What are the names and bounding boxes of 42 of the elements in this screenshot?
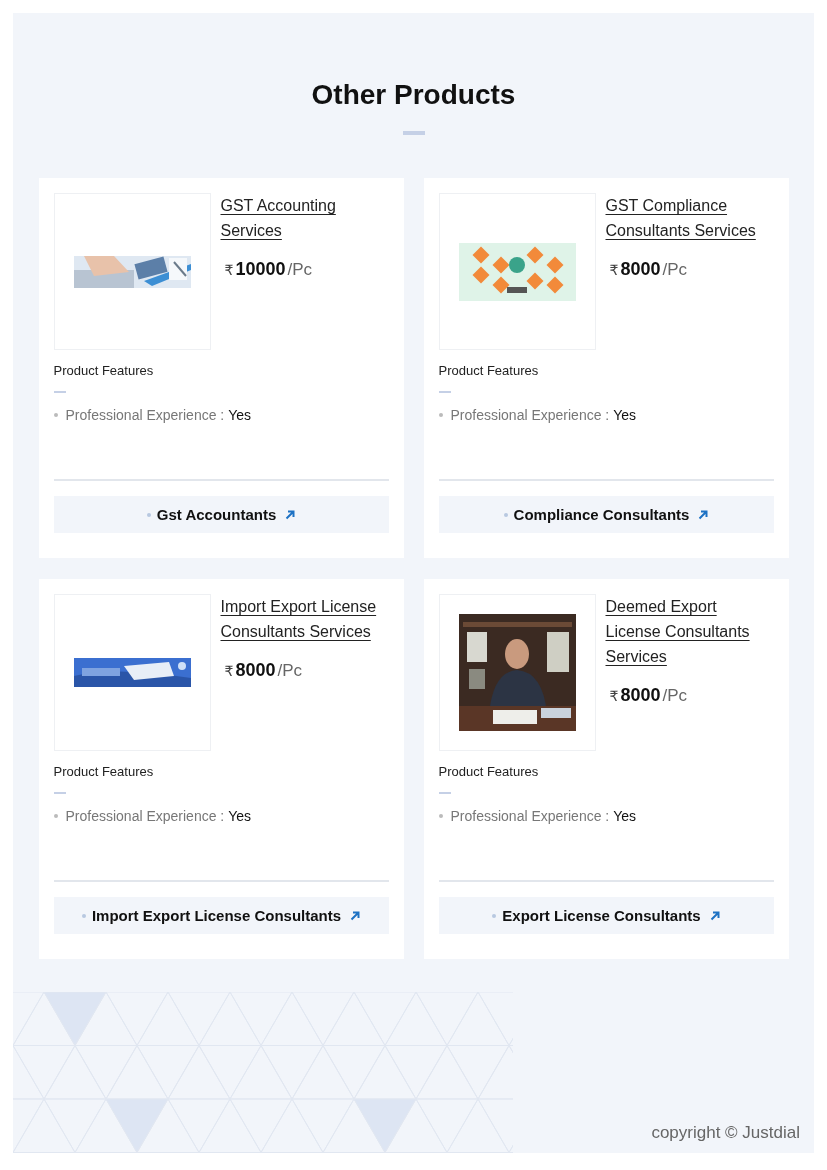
features-heading: Product Features [53, 764, 155, 779]
price-unit: /Pc [662, 260, 688, 280]
arrow-up-right-icon [285, 509, 296, 520]
features-heading: Product Features [53, 363, 155, 378]
price-amount: 8000 [620, 685, 661, 706]
category-link-button[interactable]: Gst Accountants [53, 496, 389, 533]
feature-label: Professional Experience : [450, 407, 610, 423]
category-link-button[interactable]: Import Export License Consultants [53, 897, 389, 934]
feature-label: Professional Experience : [65, 808, 225, 824]
price-amount: 8000 [235, 660, 276, 681]
bullet-icon [438, 814, 443, 818]
bullet-icon [53, 814, 58, 818]
bullet-icon [53, 413, 58, 417]
rupee-symbol: ₹ [224, 663, 234, 679]
rupee-symbol: ₹ [224, 262, 234, 278]
arrow-up-right-icon [698, 509, 709, 520]
feature-value: Yes [613, 407, 637, 423]
copyright-text: copyright © Justdial [651, 1123, 800, 1143]
price-amount: 8000 [620, 259, 661, 280]
feature-label: Professional Experience : [450, 808, 610, 824]
product-title-link[interactable]: Deemed Export License Consultants Services [605, 594, 771, 669]
feature-value: Yes [613, 808, 637, 824]
product-title-link[interactable]: GST Compliance Consultants Services [605, 193, 771, 243]
feature-value: Yes [228, 407, 252, 423]
category-link-button[interactable]: Export License Consultants [438, 897, 774, 934]
arrow-up-right-icon [350, 910, 361, 921]
section-title: Other Products [311, 78, 516, 112]
product-title-link[interactable]: Import Export License Consultants Services [220, 594, 386, 644]
category-link-button[interactable]: Compliance Consultants [438, 496, 774, 533]
feature-value: Yes [228, 808, 252, 824]
price-amount: 10000 [235, 259, 286, 280]
features-heading: Product Features [438, 764, 540, 779]
product-title-link[interactable]: GST Accounting Services [220, 193, 386, 243]
rupee-symbol: ₹ [609, 262, 619, 278]
arrow-up-right-icon [709, 910, 720, 921]
price-unit: /Pc [662, 686, 688, 706]
features-heading: Product Features [438, 363, 540, 378]
rupee-symbol: ₹ [609, 688, 619, 704]
price-unit: /Pc [287, 260, 313, 280]
bullet-icon [438, 413, 443, 417]
feature-label: Professional Experience : [65, 407, 225, 423]
price-unit: /Pc [277, 661, 303, 681]
